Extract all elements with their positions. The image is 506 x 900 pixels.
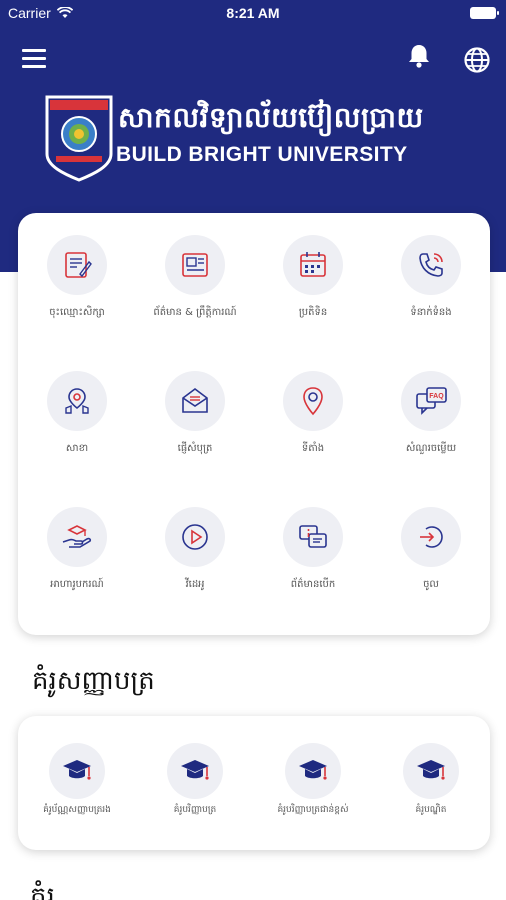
mail-icon bbox=[182, 388, 208, 413]
menu-item-scholarship[interactable]: អាហារូបករណ៍ bbox=[18, 485, 136, 621]
menu-item-label: វីដេអូ bbox=[185, 579, 205, 590]
scholarship-icon bbox=[62, 525, 92, 548]
menu-item-label: ចុះឈ្មោះសិក្សា bbox=[49, 307, 105, 318]
phone-icon bbox=[419, 253, 443, 277]
svg-text:FAQ: FAQ bbox=[429, 393, 444, 400]
menu-item-registration[interactable]: ចុះឈ្មោះសិក្សា bbox=[18, 213, 136, 349]
menu-item-label: ទីតាំង bbox=[301, 443, 325, 454]
info-chat-icon bbox=[299, 525, 327, 548]
template-item-associate[interactable]: គំរូប័ណ្ណសញ្ញាបត្ររង bbox=[18, 716, 136, 850]
menu-item-label: ទំនាក់ទំនង bbox=[410, 307, 452, 318]
template-item-doctorate[interactable]: គំរូបណ្ឌិត bbox=[372, 716, 490, 850]
menu-button[interactable] bbox=[22, 49, 48, 69]
menu-item-label: ព័ត៌មានបើក bbox=[290, 579, 336, 590]
section-title-templates: គំរូសញ្ញាបត្រ bbox=[32, 666, 155, 696]
graduation-cap-icon bbox=[417, 760, 445, 780]
university-name-english: BUILD BRIGHT UNIVERSITY bbox=[116, 143, 408, 166]
language-button[interactable] bbox=[462, 45, 492, 75]
menu-item-video[interactable]: វីដេអូ bbox=[136, 485, 254, 621]
status-bar: Carrier 8:21 AM bbox=[0, 0, 506, 28]
branch-location-icon bbox=[65, 388, 89, 414]
menu-item-login[interactable]: ចូល bbox=[372, 485, 490, 621]
battery-icon bbox=[470, 7, 499, 19]
notification-button[interactable] bbox=[406, 42, 432, 70]
map-pin-icon bbox=[303, 387, 323, 416]
menu-item-label: ផ្ញើសំបុត្រ bbox=[177, 443, 213, 454]
registration-form-icon bbox=[65, 252, 92, 278]
menu-item-label: ចូល bbox=[423, 579, 439, 590]
menu-item-calendar[interactable]: ប្រតិទិន bbox=[254, 213, 372, 349]
calendar-icon bbox=[300, 252, 326, 277]
template-item-label: គំរូបរិញ្ញាបត្រ bbox=[173, 805, 217, 815]
menu-item-info[interactable]: ព័ត៌មានបើក bbox=[254, 485, 372, 621]
certificate-templates-card: គំរូប័ណ្ណសញ្ញាបត្ររង គំរូបរិញ្ញាបត្រ គំរ… bbox=[18, 716, 490, 850]
template-item-label: គំរូបរិញ្ញាបត្រជាន់ខ្ពស់ bbox=[277, 805, 349, 815]
video-play-icon bbox=[182, 524, 208, 550]
bell-icon bbox=[409, 45, 429, 68]
menu-item-label: សាខា bbox=[65, 443, 89, 454]
template-item-bachelor[interactable]: គំរូបរិញ្ញាបត្រ bbox=[136, 716, 254, 850]
menu-item-news-events[interactable]: ព័ត៌មាន & ព្រឹត្តិការណ៍ bbox=[136, 213, 254, 349]
graduation-cap-icon bbox=[181, 760, 209, 780]
template-item-label: គំរូប័ណ្ណសញ្ញាបត្ររង bbox=[43, 805, 111, 815]
menu-item-send-mail[interactable]: ផ្ញើសំបុត្រ bbox=[136, 349, 254, 485]
menu-item-label: សំណួរចម្លើយ bbox=[405, 443, 457, 454]
login-icon bbox=[420, 526, 443, 548]
menu-item-location[interactable]: ទីតាំង bbox=[254, 349, 372, 485]
template-item-master[interactable]: គំរូបរិញ្ញាបត្រជាន់ខ្ពស់ bbox=[254, 716, 372, 850]
menu-item-branches[interactable]: សាខា bbox=[18, 349, 136, 485]
section-title-next: គំរូ bbox=[30, 882, 55, 900]
clock: 8:21 AM bbox=[226, 5, 280, 21]
menu-item-label: ប្រតិទិន bbox=[298, 307, 328, 318]
graduation-cap-icon bbox=[63, 760, 91, 780]
menu-item-faq[interactable]: FAQ សំណួរចម្លើយ bbox=[372, 349, 490, 485]
faq-icon: FAQ bbox=[416, 387, 447, 415]
graduation-cap-icon bbox=[299, 760, 327, 780]
news-icon bbox=[182, 253, 208, 277]
menu-item-contact[interactable]: ទំនាក់ទំនង bbox=[372, 213, 490, 349]
university-name-khmer: សាកលវិទ្យាល័យប៊ៀលប្រាយ bbox=[118, 101, 424, 134]
university-logo bbox=[44, 94, 114, 182]
menu-item-label: ព័ត៌មាន & ព្រឹត្តិការណ៍ bbox=[153, 307, 237, 318]
template-item-label: គំរូបណ្ឌិត bbox=[415, 805, 447, 815]
menu-item-label: អាហារូបករណ៍ bbox=[50, 579, 104, 590]
globe-icon bbox=[464, 47, 490, 73]
main-menu-card: ចុះឈ្មោះសិក្សា ព័ត៌មាន & ព្រឹត្តិការណ៍ ប… bbox=[18, 213, 490, 635]
